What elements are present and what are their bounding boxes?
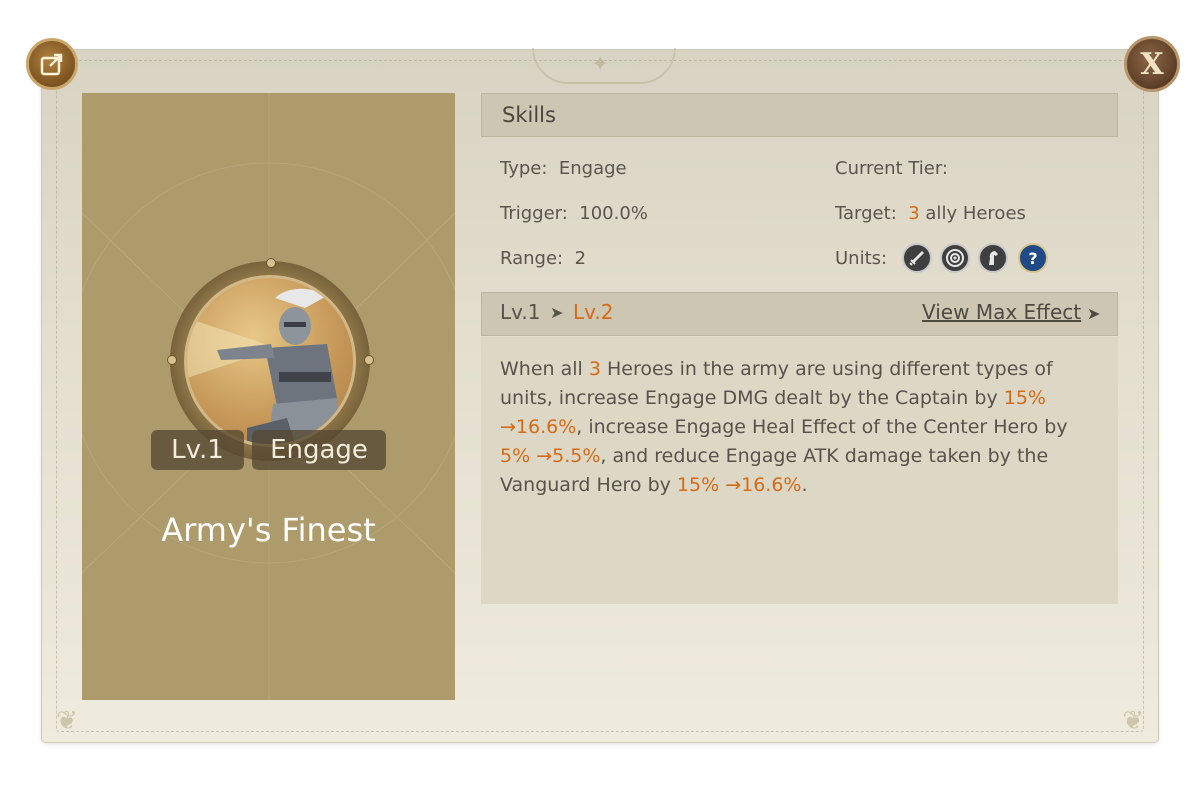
type-label: Type: xyxy=(500,158,548,179)
range-row: Range: 2 xyxy=(500,248,586,269)
type-value: Engage xyxy=(558,158,627,179)
target-label: Target: xyxy=(835,203,897,224)
range-value: 2 xyxy=(574,248,587,269)
horse-glyph xyxy=(989,251,998,265)
description-highlight: 5% →5.5% xyxy=(500,445,601,467)
skill-type-badge: Engage xyxy=(252,430,386,470)
range-label: Range: xyxy=(500,248,564,269)
description-text: When all xyxy=(500,358,589,380)
view-max-arrow-icon[interactable]: ➤ xyxy=(1087,304,1100,323)
corner-ornament-icon: ❦ xyxy=(1122,706,1144,736)
target-glyph xyxy=(946,249,964,267)
skills-title: Skills xyxy=(502,103,556,127)
share-button[interactable] xyxy=(26,38,78,90)
hero-skill-card: Lv.1 Engage Army's Finest xyxy=(82,93,455,700)
help-glyph: ? xyxy=(1028,248,1038,268)
description-highlight: 15% →16.6% xyxy=(676,474,802,496)
corner-ornament-icon: ❦ xyxy=(56,706,78,736)
close-icon: X xyxy=(1140,46,1164,82)
share-icon xyxy=(40,53,63,76)
close-button[interactable]: X xyxy=(1124,36,1180,92)
target-row: Target: 3 ally Heroes xyxy=(835,203,1026,224)
view-max-effect-link[interactable]: View Max Effect xyxy=(922,300,1081,324)
trigger-row: Trigger: 100.0% xyxy=(500,203,648,224)
question-help-icon[interactable]: ? xyxy=(1018,243,1048,273)
trigger-label: Trigger: xyxy=(500,203,568,224)
skill-name: Army's Finest xyxy=(161,511,376,549)
description-text: , increase Engage Heal Effect of the Cen… xyxy=(576,416,1068,438)
ring-dot xyxy=(167,355,177,365)
level-arrow-icon: ➤ xyxy=(550,303,564,322)
bow-target-icon[interactable] xyxy=(940,243,970,273)
sword-icon[interactable] xyxy=(902,243,932,273)
ring-dot xyxy=(364,355,374,365)
description-highlight: 3 xyxy=(588,358,601,380)
trigger-value: 100.0% xyxy=(579,203,648,224)
sword-glyph xyxy=(909,251,924,266)
skill-description-box: When all 3 Heroes in the army are using … xyxy=(481,337,1118,604)
type-row: Type: Engage xyxy=(500,158,627,179)
skill-description: When all 3 Heroes in the army are using … xyxy=(500,355,1100,500)
cavalry-horse-icon[interactable] xyxy=(978,243,1008,273)
level-badge: Lv.1 xyxy=(151,430,244,470)
armored-hero-icon xyxy=(187,288,345,444)
ring-dot xyxy=(266,258,276,268)
current-tier-label: Current Tier: xyxy=(835,158,948,179)
target-count: 3 xyxy=(908,203,920,224)
current-level: Lv.1 xyxy=(500,300,541,324)
units-label: Units: xyxy=(835,248,888,269)
hero-portrait-image xyxy=(184,275,356,447)
next-level: Lv.2 xyxy=(573,300,614,324)
skills-section-header: Skills xyxy=(481,93,1118,137)
target-text: ally Heroes xyxy=(925,203,1026,224)
description-text: . xyxy=(801,474,808,496)
compass-ornament-icon: ✦ xyxy=(591,52,610,77)
